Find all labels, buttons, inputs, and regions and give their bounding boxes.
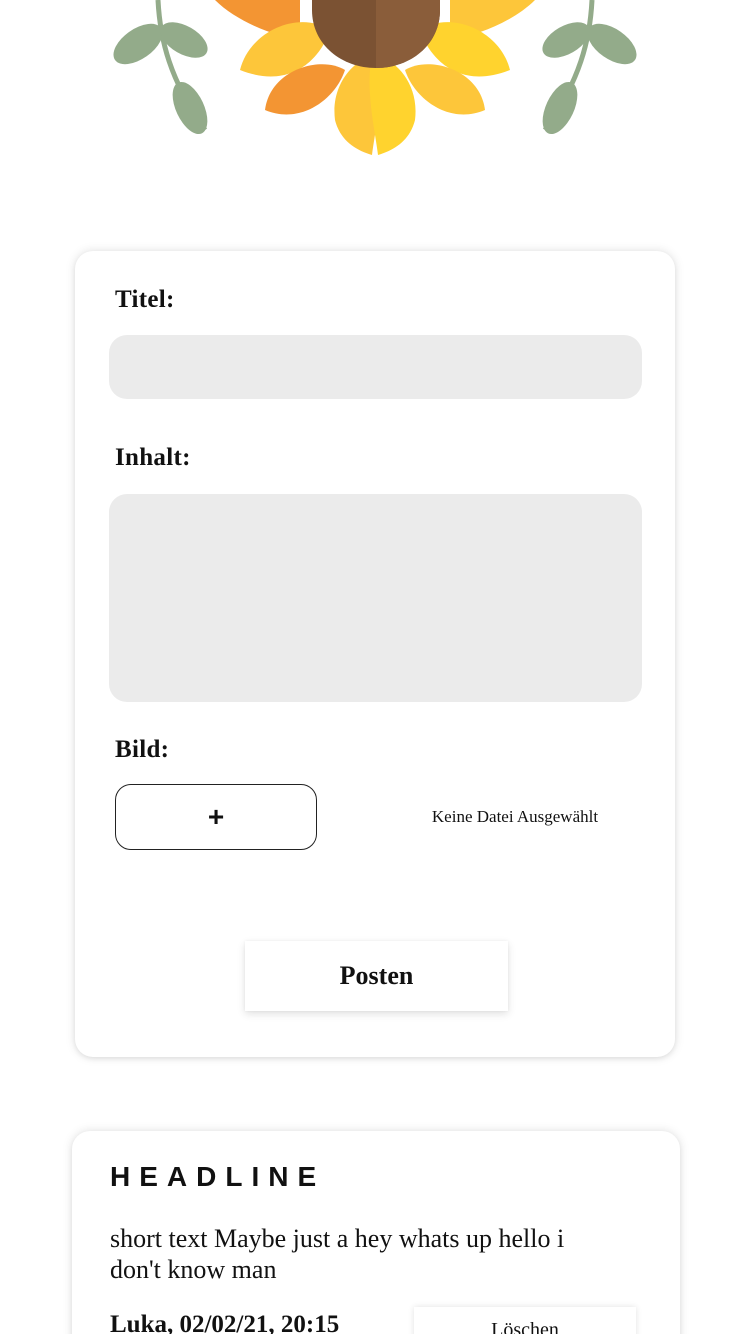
post-button[interactable]: Posten: [245, 941, 508, 1011]
title-input[interactable]: [109, 335, 642, 399]
post-headline: HEADLINE: [110, 1161, 326, 1192]
post-body: short text Maybe just a hey whats up hel…: [110, 1224, 565, 1284]
delete-button[interactable]: Löschen: [414, 1307, 636, 1334]
new-post-form: Titel: Inhalt: Bild: + Keine Datei Ausge…: [75, 251, 675, 1057]
file-status-text: Keine Datei Ausgewählt: [431, 807, 599, 826]
left-leaf-branch: [113, 0, 208, 135]
image-label: Bild:: [115, 736, 170, 763]
page: Titel: Inhalt: Bild: + Keine Datei Ausge…: [0, 0, 750, 1334]
content-label: Inhalt:: [115, 444, 191, 471]
choose-file-button[interactable]: +: [115, 784, 317, 850]
right-leaf-branch: [542, 0, 637, 135]
title-label: Titel:: [115, 286, 175, 313]
sunflower-illustration: [113, 0, 637, 155]
content-textarea[interactable]: [109, 494, 642, 702]
post-card: HEADLINE short text Maybe just a hey wha…: [72, 1131, 680, 1334]
post-meta: Luka, 02/02/21, 20:15: [110, 1311, 340, 1334]
